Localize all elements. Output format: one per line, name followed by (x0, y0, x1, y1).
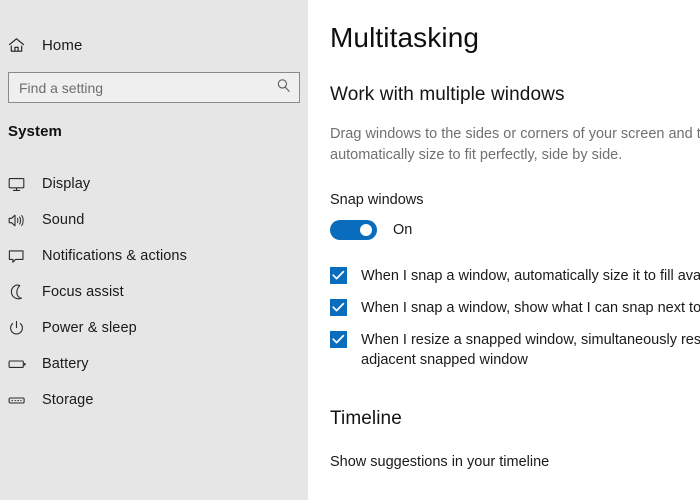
sidebar-item-notifications-actions[interactable]: Notifications & actions (0, 238, 308, 274)
sidebar-item-label: Storage (42, 392, 94, 408)
timeline-subtext: Show suggestions in your timeline (330, 454, 550, 471)
sidebar-item-label: Notifications & actions (42, 248, 187, 264)
sidebar-item-power-sleep[interactable]: Power & sleep (0, 310, 308, 346)
sidebar-item-label: Battery (42, 356, 89, 372)
sidebar-item-home[interactable]: Home (0, 28, 308, 62)
page-title: Multitasking (330, 22, 480, 53)
speaker-icon (8, 213, 34, 228)
sidebar-item-sound[interactable]: Sound (0, 202, 308, 238)
sidebar-item-focus-assist[interactable]: Focus assist (0, 274, 308, 310)
section-heading-work-with-multiple-windows: Work with multiple windows (330, 84, 565, 106)
sidebar-home-label: Home (42, 36, 83, 54)
sidebar-section-title: System (8, 123, 62, 140)
search-icon[interactable] (276, 78, 291, 98)
sidebar-item-label: Display (42, 176, 91, 192)
snap-options-list: When I snap a window, automatically size… (330, 266, 700, 370)
sidebar-item-battery[interactable]: Battery (0, 346, 308, 382)
search-container (0, 72, 308, 103)
snap-option-label: When I resize a snapped window, simultan… (361, 332, 700, 369)
search-input[interactable] (9, 73, 299, 102)
notification-balloon-icon (8, 249, 34, 264)
toggle-knob (360, 224, 372, 237)
main-content: Multitasking Work with multiple windows … (308, 0, 700, 500)
storage-drive-icon (8, 394, 34, 406)
checkbox-checked-icon[interactable] (330, 267, 347, 285)
checkbox-checked-icon[interactable] (330, 299, 347, 317)
sidebar-item-label: Sound (42, 212, 85, 228)
snap-windows-label: Snap windows (330, 192, 424, 209)
sidebar-nav: Display Sound Notifications & actions Fo… (0, 166, 308, 418)
snap-windows-toggle-row: On (330, 220, 700, 241)
sidebar-item-label: Power & sleep (42, 320, 137, 336)
sidebar-item-display[interactable]: Display (0, 166, 308, 202)
sidebar: Home System (0, 0, 308, 500)
snap-option-resize-adjacent-window[interactable]: When I resize a snapped window, simultan… (330, 330, 700, 370)
snap-option-fill-available-space[interactable]: When I snap a window, automatically size… (330, 266, 700, 286)
home-icon (8, 37, 34, 53)
snap-option-label: When I snap a window, show what I can sn… (361, 300, 700, 317)
search-box[interactable] (8, 72, 300, 103)
power-icon (8, 320, 34, 337)
sidebar-item-storage[interactable]: Storage (0, 382, 308, 418)
snap-option-label: When I snap a window, automatically size… (361, 268, 700, 285)
moon-icon (8, 284, 34, 300)
section-description: Drag windows to the sides or corners of … (330, 126, 700, 164)
snap-option-show-what-i-can-snap-next-to[interactable]: When I snap a window, show what I can sn… (330, 298, 700, 318)
checkbox-checked-icon[interactable] (330, 331, 347, 349)
settings-window: Home System (0, 0, 700, 500)
sidebar-item-label: Focus assist (42, 284, 124, 300)
monitor-icon (8, 177, 34, 192)
section-heading-timeline: Timeline (330, 408, 402, 430)
snap-windows-toggle-state: On (393, 222, 413, 239)
snap-windows-toggle[interactable] (330, 220, 377, 241)
battery-icon (8, 358, 34, 370)
